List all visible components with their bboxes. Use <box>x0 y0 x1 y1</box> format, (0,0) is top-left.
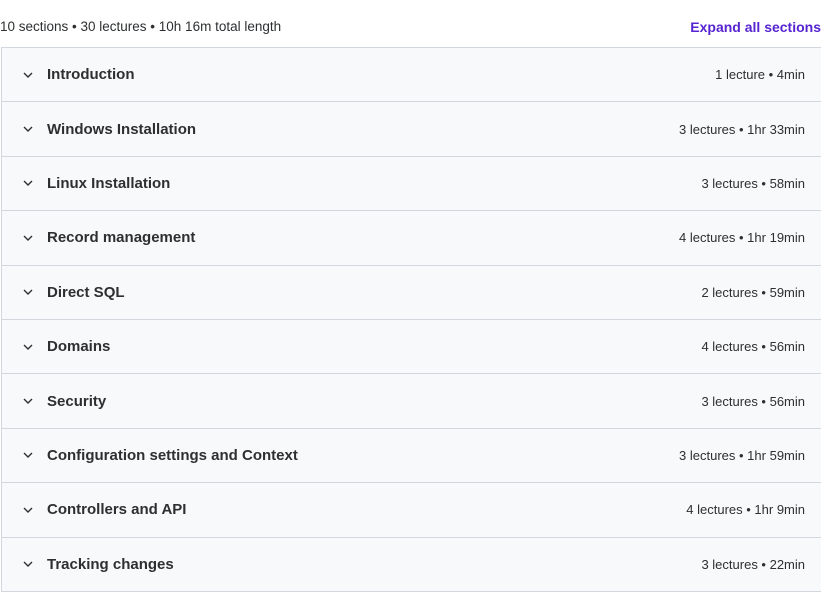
chevron-down-icon <box>22 395 34 407</box>
expand-all-sections-button[interactable]: Expand all sections <box>690 19 821 35</box>
section-item-windows-installation[interactable]: Windows Installation 3 lectures • 1hr 33… <box>2 102 821 157</box>
section-meta: 3 lectures • 56min <box>701 393 805 409</box>
section-item-introduction[interactable]: Introduction 1 lecture • 4min <box>2 48 821 103</box>
chevron-down-icon <box>22 449 34 461</box>
section-item-configuration-settings[interactable]: Configuration settings and Context 3 lec… <box>2 428 821 484</box>
chevron-down-icon <box>22 69 34 81</box>
section-meta: 1 lecture • 4min <box>715 67 805 83</box>
chevron-down-icon <box>22 504 34 516</box>
section-meta: 2 lectures • 59min <box>701 284 805 300</box>
section-title: Domains <box>47 338 111 356</box>
chevron-down-icon <box>22 177 34 189</box>
section-meta: 3 lectures • 22min <box>701 556 805 572</box>
section-meta: 3 lectures • 58min <box>701 175 805 191</box>
section-title: Security <box>47 392 107 410</box>
section-item-domains[interactable]: Domains 4 lectures • 56min <box>2 319 821 375</box>
chevron-down-icon <box>22 123 34 135</box>
section-title: Introduction <box>47 66 135 84</box>
section-item-linux-installation[interactable]: Linux Installation 3 lectures • 58min <box>2 156 821 212</box>
section-item-direct-sql[interactable]: Direct SQL 2 lectures • 59min <box>2 265 821 320</box>
section-title: Linux Installation <box>47 174 171 192</box>
section-title: Controllers and API <box>47 501 187 519</box>
section-meta: 3 lectures • 1hr 59min <box>679 447 805 463</box>
chevron-down-icon <box>22 286 34 298</box>
section-item-security[interactable]: Security 3 lectures • 56min <box>2 374 821 429</box>
chevron-down-icon <box>22 232 34 244</box>
section-item-tracking-changes[interactable]: Tracking changes 3 lectures • 22min <box>2 537 821 592</box>
section-title: Configuration settings and Context <box>47 446 298 464</box>
section-meta: 4 lectures • 1hr 9min <box>686 502 805 518</box>
curriculum-header: 10 sections • 30 lectures • 10h 16m tota… <box>0 0 821 47</box>
section-meta: 3 lectures • 1hr 33min <box>679 121 805 137</box>
section-item-controllers-and-api[interactable]: Controllers and API 4 lectures • 1hr 9mi… <box>2 483 821 538</box>
section-title: Record management <box>47 229 196 247</box>
section-title: Direct SQL <box>47 283 125 301</box>
curriculum-summary: 10 sections • 30 lectures • 10h 16m tota… <box>0 19 282 34</box>
section-item-record-management[interactable]: Record management 4 lectures • 1hr 19min <box>2 211 821 266</box>
section-title: Windows Installation <box>47 120 197 138</box>
section-title: Tracking changes <box>47 555 174 573</box>
section-meta: 4 lectures • 1hr 19min <box>679 230 805 246</box>
section-meta: 4 lectures • 56min <box>701 339 805 355</box>
section-list: Introduction 1 lecture • 4min Windows In… <box>1 47 821 592</box>
chevron-down-icon <box>22 341 34 353</box>
chevron-down-icon <box>22 558 34 570</box>
